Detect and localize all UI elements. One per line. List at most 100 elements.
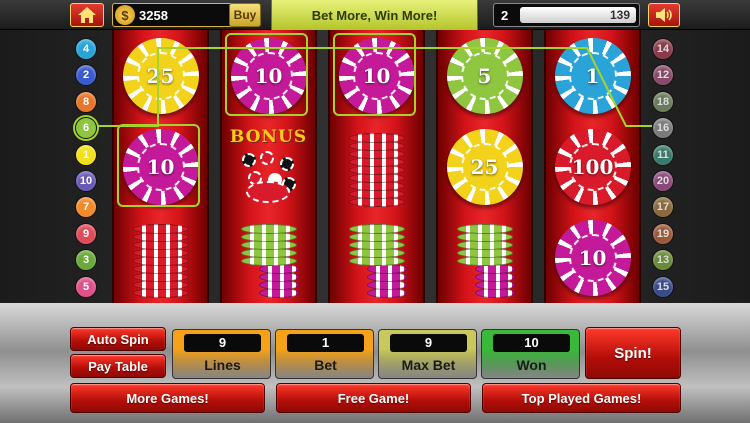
buy-button[interactable]: Buy <box>229 3 261 27</box>
payline-right-8[interactable]: 13 <box>652 249 674 272</box>
payline-left-7[interactable]: 9 <box>75 222 97 245</box>
top-played-games-button[interactable]: Top Played Games! <box>482 383 681 413</box>
reel-symbol: 5 <box>438 30 531 121</box>
sound-button[interactable] <box>648 3 680 27</box>
level-progress: 2 139 <box>493 3 640 27</box>
bet-value: 1 <box>287 334 364 352</box>
pay-table-button[interactable]: Pay Table <box>70 354 166 378</box>
reel-symbol <box>222 212 315 303</box>
speaker-icon <box>656 8 672 22</box>
reel-symbol: 1 <box>546 30 639 121</box>
chip-value: 25 <box>460 142 509 191</box>
max-bet-button[interactable]: 9 Max Bet <box>378 329 477 379</box>
winning-symbol-highlight <box>117 124 200 207</box>
mini-chip <box>241 152 256 167</box>
poker-chip-icon: 25 <box>446 128 523 205</box>
mini-chip <box>279 156 294 171</box>
chip-stack-icon <box>348 127 405 207</box>
poker-chip-icon: 5 <box>446 37 523 114</box>
poker-chip-icon: 25 <box>122 37 199 114</box>
home-icon <box>78 7 96 23</box>
chip-stack-icon <box>456 218 515 298</box>
coin-value: 3258 <box>139 8 168 23</box>
poker-chip-icon: 100 <box>554 128 631 205</box>
reel-4: 5 25 <box>436 30 533 303</box>
payline-selector-left: 4 2 8 6 1 10 7 9 3 5 <box>75 38 97 302</box>
reel-symbol <box>330 212 423 303</box>
max-bet-value: 9 <box>390 334 467 352</box>
reel-symbol <box>330 121 423 212</box>
reel-symbol: 100 <box>546 121 639 212</box>
chip-stack-icon <box>240 218 299 298</box>
won-label: Won <box>516 357 547 373</box>
reels: 25 10 10 BONUS 10 5 25 1 100 10 <box>112 30 641 303</box>
mini-chip <box>259 150 274 165</box>
spin-button[interactable]: Spin! <box>585 327 681 379</box>
payline-left-4[interactable]: 1 <box>75 143 97 166</box>
stack-disc <box>132 223 189 234</box>
chip-value: 25 <box>136 51 185 100</box>
payline-left-6[interactable]: 7 <box>75 196 97 219</box>
stack-disc <box>348 223 405 234</box>
payline-right-9[interactable]: 15 <box>652 275 674 298</box>
lines-control[interactable]: 9 Lines <box>172 329 271 379</box>
payline-right-7[interactable]: 19 <box>652 222 674 245</box>
poker-chip-icon: 10 <box>554 219 631 296</box>
lines-label: Lines <box>204 357 241 373</box>
coin-icon: $ <box>115 5 135 25</box>
stack-disc <box>348 132 405 143</box>
mini-chip <box>245 180 290 203</box>
payline-left-5[interactable]: 10 <box>75 169 97 192</box>
xp-bar: 139 <box>520 7 636 23</box>
chip-value: 1 <box>568 51 617 100</box>
payline-right-3[interactable]: 16 <box>652 117 674 140</box>
payline-left-0[interactable]: 4 <box>75 38 97 60</box>
payline-left-2[interactable]: 8 <box>75 90 97 113</box>
reel-symbol: 25 <box>438 121 531 212</box>
free-game-button[interactable]: Free Game! <box>276 383 471 413</box>
won-value: 10 <box>493 334 570 352</box>
payline-selector-right: 14 12 18 16 11 20 17 19 13 15 <box>652 38 674 302</box>
reel-symbol: 10 <box>546 212 639 303</box>
top-bar: $ 3258 Buy Bet More, Win More! 2 139 <box>0 0 750 30</box>
reel-symbol <box>114 212 207 303</box>
reel-symbol: 25 <box>114 30 207 121</box>
lines-value: 9 <box>184 334 261 352</box>
bet-label: Bet <box>314 357 337 373</box>
chip-value: 5 <box>460 51 509 100</box>
reel-5: 1 100 10 <box>544 30 641 303</box>
chip-value: 10 <box>568 233 617 282</box>
chip-value: 100 <box>568 142 617 191</box>
reel-symbol: BONUS <box>222 121 315 212</box>
payline-right-1[interactable]: 12 <box>652 64 674 87</box>
winning-symbol-highlight <box>333 33 416 116</box>
reel-symbol <box>438 212 531 303</box>
payline-left-9[interactable]: 5 <box>75 275 97 298</box>
payline-left-8[interactable]: 3 <box>75 249 97 272</box>
control-panel: Auto Spin Pay Table 9 Lines 1 Bet 9 Max … <box>0 303 750 423</box>
stack-disc <box>456 223 513 234</box>
more-games-button[interactable]: More Games! <box>70 383 265 413</box>
payline-left-1[interactable]: 2 <box>75 64 97 87</box>
poker-chip-icon: 1 <box>554 37 631 114</box>
home-button[interactable] <box>70 3 104 27</box>
payline-right-4[interactable]: 11 <box>652 143 674 166</box>
chip-stack-icon <box>348 218 407 298</box>
payline-right-6[interactable]: 17 <box>652 196 674 219</box>
bonus-chips-icon <box>238 150 300 207</box>
payline-left-3[interactable]: 6 <box>75 117 97 140</box>
payline-right-2[interactable]: 18 <box>652 90 674 113</box>
won-display: 10 Won <box>481 329 580 379</box>
auto-spin-button[interactable]: Auto Spin <box>70 327 166 351</box>
max-bet-label: Max Bet <box>401 357 456 373</box>
payline-right-5[interactable]: 20 <box>652 169 674 192</box>
level-number: 2 <box>501 8 509 23</box>
xp-value: 139 <box>609 8 630 22</box>
stack-disc <box>240 223 297 234</box>
winning-symbol-highlight <box>225 33 308 116</box>
promo-banner: Bet More, Win More! <box>271 0 478 30</box>
bet-control[interactable]: 1 Bet <box>275 329 374 379</box>
bonus-label: BONUS <box>229 126 308 147</box>
slot-machine: 4 2 8 6 1 10 7 9 3 5 14 12 18 16 11 20 17 19 13 15 25 10 10 B… <box>0 30 750 303</box>
payline-right-0[interactable]: 14 <box>652 38 674 60</box>
